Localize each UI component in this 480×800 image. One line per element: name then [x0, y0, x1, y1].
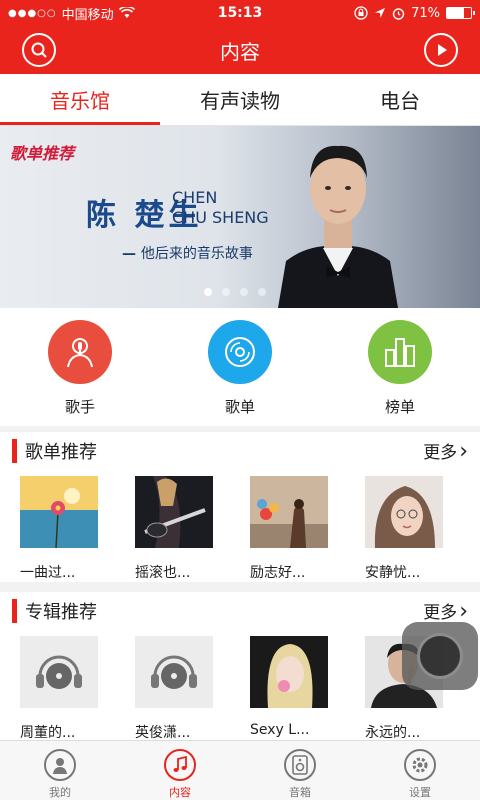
category-row: 歌手 歌单 榜单: [0, 308, 480, 426]
location-icon: [375, 8, 386, 18]
banner-page-dot: [258, 288, 266, 296]
orientation-lock-icon: [354, 6, 368, 20]
nav-speaker-label: 音箱: [289, 786, 311, 799]
battery-icon: [446, 7, 475, 19]
nav-settings[interactable]: 设置: [360, 741, 480, 800]
playlist-item[interactable]: 励志好...: [250, 476, 365, 582]
banner-en-line1: CHEN: [172, 188, 218, 207]
album-item-title: 永远的...: [365, 725, 421, 741]
artist-portrait-image: [278, 145, 398, 308]
nav-settings-label: 设置: [409, 786, 431, 799]
banner-tag: 歌单推荐: [10, 144, 75, 163]
album-item[interactable]: 英俊潇...: [135, 636, 250, 742]
alarm-icon: [392, 7, 405, 20]
playlist-item-title: 安静忧...: [365, 565, 421, 581]
singer-icon: [48, 320, 112, 384]
playlist-item-title: 摇滚也...: [135, 565, 191, 581]
nav-mine[interactable]: 我的: [0, 741, 120, 800]
banner-subtitle: 他后来的音乐故事: [122, 243, 253, 263]
album-item-title: Sexy L...: [250, 722, 310, 738]
playlist-section: 歌单推荐 更多 一曲过... 摇滚也... 励志好... 安静忧...: [0, 432, 480, 582]
category-playlist-label: 歌单: [224, 398, 255, 416]
banner-page-dot: [222, 288, 230, 296]
header-bar: 内容: [0, 26, 480, 74]
album-item-title: 英俊潇...: [135, 725, 191, 741]
playlist-item-title: 励志好...: [250, 565, 306, 581]
promo-banner[interactable]: 歌单推荐 陈 楚生 CHEN CHU SHENG 他后来的音乐故事: [0, 126, 480, 308]
album-section-title: 专辑推荐: [25, 602, 97, 623]
album-cover-placeholder-icon: [20, 636, 98, 708]
album-item-title: 周董的...: [20, 725, 76, 741]
section-accent-bar: [12, 439, 17, 463]
signal-dots-icon: ●●●○○: [8, 7, 57, 19]
album-item[interactable]: 周董的...: [20, 636, 135, 742]
playlist-item[interactable]: 一曲过...: [20, 476, 135, 582]
tab-radio[interactable]: 电台: [320, 74, 480, 125]
disc-icon: [208, 320, 272, 384]
speaker-icon: [284, 749, 316, 781]
banner-artist-name-en: CHEN CHU SHENG: [172, 188, 269, 228]
playlist-item-title: 一曲过...: [20, 565, 76, 581]
page-title: 内容: [220, 39, 260, 64]
banner-page-indicator: [204, 288, 266, 296]
category-playlist[interactable]: 歌单: [160, 308, 320, 426]
tab-audiobooks[interactable]: 有声读物: [160, 74, 320, 125]
content-tabs: 音乐馆 有声读物 电台: [0, 74, 480, 126]
wifi-icon: [118, 7, 135, 18]
category-chart[interactable]: 榜单: [320, 308, 480, 426]
album-cover-blonde: [250, 636, 328, 708]
album-item[interactable]: Sexy L...: [250, 636, 365, 742]
user-icon: [44, 749, 76, 781]
bottom-nav: 我的 内容 音箱 设置: [0, 740, 480, 800]
album-more-link[interactable]: 更多: [423, 598, 468, 624]
music-note-icon: [164, 749, 196, 781]
category-chart-label: 榜单: [384, 398, 415, 416]
play-icon: [438, 44, 447, 56]
search-button[interactable]: [22, 33, 56, 67]
playlist-section-title: 歌单推荐: [25, 442, 97, 463]
nav-content-label: 内容: [169, 786, 191, 799]
assistive-touch-icon: [417, 633, 463, 679]
playlist-more-link[interactable]: 更多: [423, 438, 468, 464]
chart-icon: [368, 320, 432, 384]
playlist-cover-sunset: [20, 476, 98, 549]
playlist-cover-balloons: [250, 476, 328, 548]
tab-music-hall[interactable]: 音乐馆: [0, 74, 160, 125]
playlist-cover-guitarist: [135, 476, 213, 548]
carrier-label: 中国移动: [61, 7, 114, 23]
status-bar: ●●●○○ 中国移动 15:13 71%: [0, 0, 480, 26]
settings-gear-icon: [404, 749, 436, 781]
battery-percent: 71%: [411, 5, 440, 21]
banner-page-dot: [240, 288, 248, 296]
playlist-cover-girl: [365, 476, 443, 548]
section-accent-bar: [12, 599, 17, 623]
search-icon: [31, 42, 47, 58]
now-playing-button[interactable]: [424, 33, 458, 67]
album-cover-placeholder-icon: [135, 636, 213, 708]
assistive-touch-button[interactable]: [402, 622, 478, 690]
nav-speaker[interactable]: 音箱: [240, 741, 360, 800]
nav-mine-label: 我的: [49, 786, 71, 799]
nav-content[interactable]: 内容: [120, 741, 240, 800]
banner-page-dot: [204, 288, 212, 296]
banner-en-line2: CHU SHENG: [172, 208, 269, 227]
playlist-item[interactable]: 摇滚也...: [135, 476, 250, 582]
category-singer-label: 歌手: [64, 398, 95, 416]
category-singer[interactable]: 歌手: [0, 308, 160, 426]
playlist-item[interactable]: 安静忧...: [365, 476, 480, 582]
